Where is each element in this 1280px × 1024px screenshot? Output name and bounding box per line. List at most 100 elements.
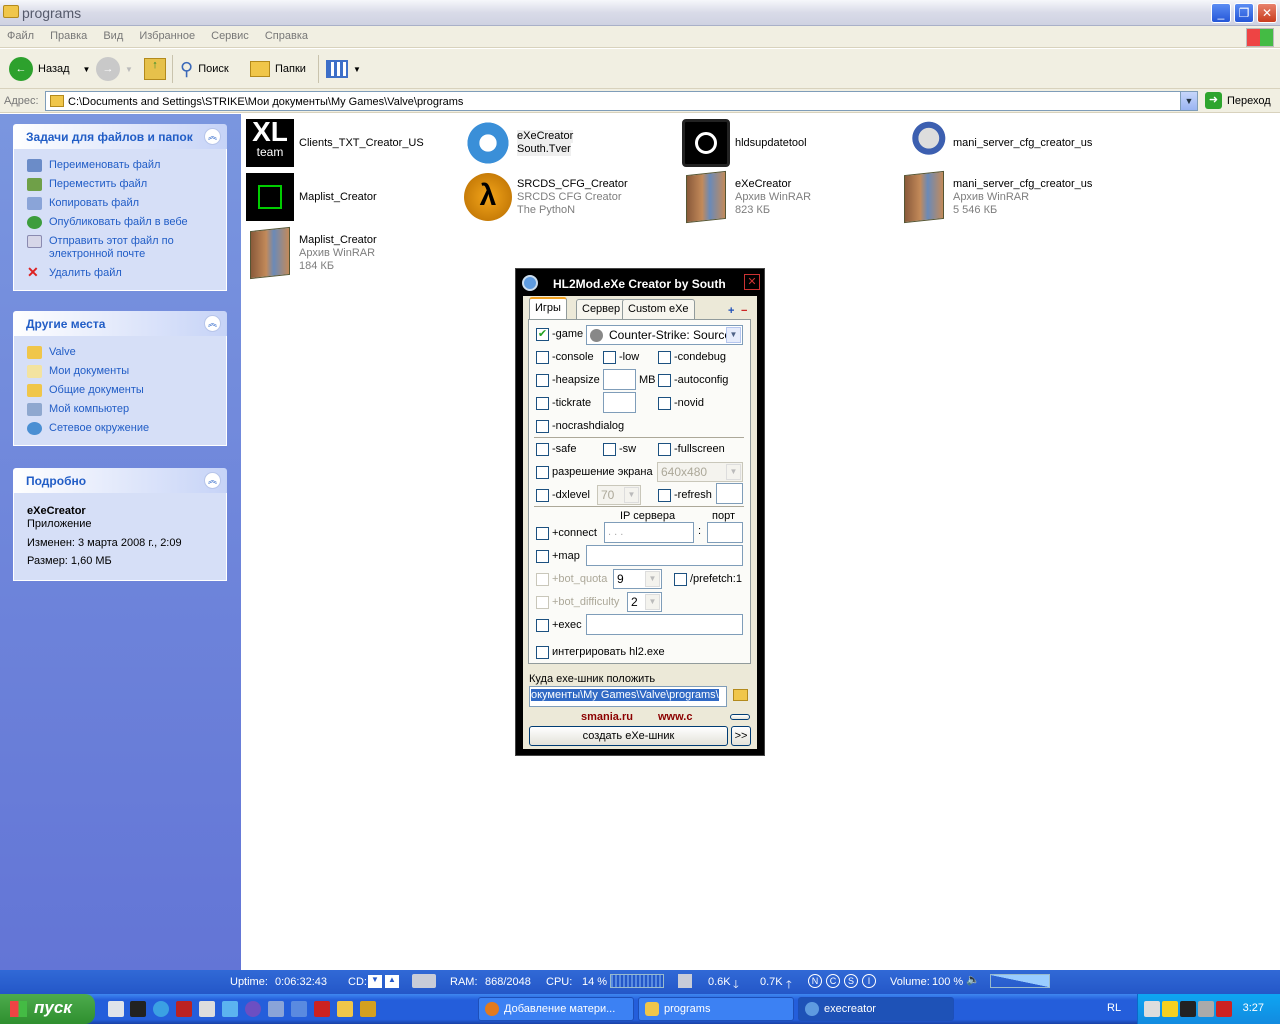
chevron-down-icon[interactable]: ▼: [83, 65, 91, 74]
integrate-checkbox[interactable]: [536, 646, 549, 659]
tray-icon[interactable]: [1144, 1001, 1160, 1017]
collapse-icon[interactable]: ︽: [204, 315, 221, 332]
add-button[interactable]: +: [728, 305, 734, 317]
tickrate-input[interactable]: [603, 392, 636, 413]
file-item[interactable]: eXeCreator Архив WinRAR 823 КБ: [678, 170, 893, 224]
address-dropdown-button[interactable]: ▼: [1180, 92, 1197, 110]
i-icon[interactable]: I: [862, 974, 876, 988]
quicklaunch-icon[interactable]: [314, 1001, 330, 1017]
tab-games[interactable]: Игры: [529, 297, 567, 320]
resolution-select[interactable]: 640x480 ▼: [657, 462, 743, 482]
sw-checkbox[interactable]: [603, 443, 616, 456]
copy-file-link[interactable]: Копировать файл: [14, 194, 226, 213]
place-network[interactable]: Сетевое окружение: [14, 419, 226, 438]
views-button[interactable]: ▼: [326, 55, 361, 83]
menu-file[interactable]: Файл: [0, 26, 40, 42]
map-checkbox[interactable]: [536, 550, 549, 563]
game-checkbox[interactable]: ✔: [536, 328, 549, 341]
nocrashdialog-checkbox[interactable]: [536, 420, 549, 433]
port-input[interactable]: [707, 522, 743, 543]
address-input[interactable]: C:\Documents and Settings\STRIKE\Мои док…: [45, 91, 1198, 111]
more-button[interactable]: >>: [731, 726, 751, 746]
speaker-icon[interactable]: 🔈: [966, 973, 980, 989]
place-my-computer[interactable]: Мой компьютер: [14, 400, 226, 419]
ie-icon[interactable]: [153, 1001, 169, 1017]
dialog-close-button[interactable]: ✕: [744, 274, 760, 290]
file-item[interactable]: XL team Clients_TXT_Creator_US: [242, 117, 457, 169]
quicklaunch-icon[interactable]: [245, 1001, 261, 1017]
file-item[interactable]: hldsupdatetool: [678, 117, 893, 169]
tab-custom-exe[interactable]: Custom eXe: [622, 299, 695, 319]
bot-quota-select[interactable]: 9 ▼: [613, 569, 662, 589]
volume-slider[interactable]: [990, 974, 1050, 988]
steam-tray-icon[interactable]: [1180, 1001, 1196, 1017]
folders-button[interactable]: Папки: [250, 55, 306, 83]
file-item[interactable]: mani_server_cfg_creator_us: [896, 117, 1111, 169]
taskbar-item-browser[interactable]: Добавление матери...: [478, 997, 634, 1021]
bot-difficulty-select[interactable]: 2 ▼: [627, 592, 662, 612]
exec-checkbox[interactable]: [536, 619, 549, 632]
back-button[interactable]: ← Назад ▼: [9, 55, 90, 83]
quicklaunch-icon[interactable]: [199, 1001, 215, 1017]
refresh-checkbox[interactable]: [658, 489, 671, 502]
console-checkbox[interactable]: [536, 351, 549, 364]
connect-checkbox[interactable]: [536, 527, 549, 540]
menu-edit[interactable]: Правка: [43, 26, 93, 42]
minimize-button[interactable]: _: [1211, 3, 1231, 23]
game-select[interactable]: Counter-Strike: Source ▼: [586, 325, 743, 345]
output-path-input[interactable]: окументы\My Games\Valve\programs\: [529, 686, 727, 707]
s-icon[interactable]: S: [844, 974, 858, 988]
folder-icon[interactable]: [337, 1001, 353, 1017]
bot-quota-checkbox[interactable]: [536, 573, 549, 586]
menu-tools[interactable]: Сервис: [204, 26, 255, 42]
rename-file-link[interactable]: Переименовать файл: [14, 156, 226, 175]
c-icon[interactable]: C: [826, 974, 840, 988]
prefetch-checkbox[interactable]: [674, 573, 687, 586]
menu-help[interactable]: Справка: [258, 26, 314, 42]
up-folder-button[interactable]: ↑: [144, 55, 166, 83]
details-header[interactable]: Подробно ︽: [13, 468, 227, 493]
quicklaunch-icon[interactable]: [291, 1001, 307, 1017]
place-shared-documents[interactable]: Общие документы: [14, 381, 226, 400]
autoconfig-checkbox[interactable]: [658, 374, 671, 387]
refresh-input[interactable]: [716, 483, 743, 504]
file-item-selected[interactable]: eXeCreator South.Tver: [460, 117, 675, 169]
antivirus-tray-icon[interactable]: [1216, 1001, 1232, 1017]
cd-eject-icon[interactable]: ▼: [368, 975, 382, 988]
taskbar-item-execreator[interactable]: execreator: [798, 997, 954, 1021]
exec-input[interactable]: [586, 614, 743, 635]
quicklaunch-icon[interactable]: [108, 1001, 124, 1017]
bot-difficulty-checkbox[interactable]: [536, 596, 549, 609]
place-my-documents[interactable]: Мои документы: [14, 362, 226, 381]
tickrate-checkbox[interactable]: [536, 397, 549, 410]
browse-folder-icon[interactable]: [733, 689, 748, 701]
quicklaunch-icon[interactable]: [268, 1001, 284, 1017]
condebug-checkbox[interactable]: [658, 351, 671, 364]
maximize-button[interactable]: ❐: [1234, 3, 1254, 23]
language-indicator[interactable]: RL: [1107, 1002, 1121, 1014]
heapsize-checkbox[interactable]: [536, 374, 549, 387]
quicklaunch-icon[interactable]: [130, 1001, 146, 1017]
tray-icon[interactable]: [1162, 1001, 1178, 1017]
website-link[interactable]: www.c: [658, 711, 692, 723]
close-button[interactable]: ✕: [1257, 3, 1277, 23]
start-button[interactable]: пуск: [0, 994, 95, 1024]
menu-favorites[interactable]: Избранное: [132, 26, 201, 42]
fullscreen-checkbox[interactable]: [658, 443, 671, 456]
move-file-link[interactable]: Переместить файл: [14, 175, 226, 194]
file-item[interactable]: λ SRCDS_CFG_Creator SRCDS CFG Creator Th…: [460, 171, 675, 223]
forward-button[interactable]: → ▼: [96, 55, 133, 83]
map-input[interactable]: [586, 545, 743, 566]
ip-input[interactable]: . . .: [604, 522, 694, 543]
quicklaunch-icon[interactable]: [222, 1001, 238, 1017]
file-tasks-header[interactable]: Задачи для файлов и папок ︽: [13, 124, 227, 149]
resolution-checkbox[interactable]: [536, 466, 549, 479]
place-valve[interactable]: Valve: [14, 343, 226, 362]
file-item[interactable]: Maplist_Creator: [242, 171, 457, 223]
n-icon[interactable]: N: [808, 974, 822, 988]
cd-close-icon[interactable]: ▲: [385, 975, 399, 988]
collapse-icon[interactable]: ︽: [204, 128, 221, 145]
file-item[interactable]: mani_server_cfg_creator_us Архив WinRAR …: [896, 170, 1111, 224]
email-file-link[interactable]: Отправить этот файл по электронной почте: [14, 232, 226, 264]
create-exe-button[interactable]: создать eXe-шник: [529, 726, 728, 746]
